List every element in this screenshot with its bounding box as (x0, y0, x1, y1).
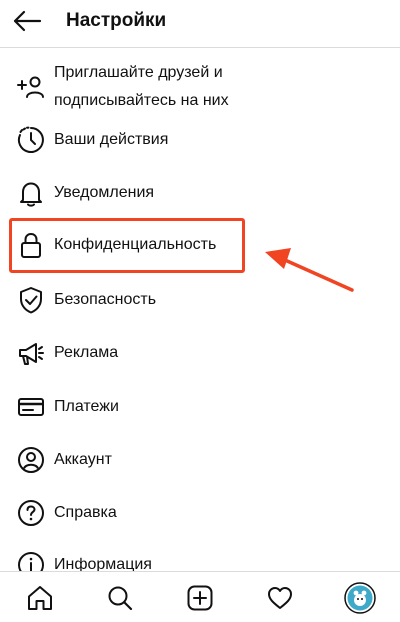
top-bar: Настройки (0, 0, 400, 44)
tab-add-post[interactable] (184, 582, 216, 614)
menu-item-help[interactable]: Справка (0, 498, 400, 528)
tab-activity[interactable] (264, 582, 296, 614)
menu-item-label: подписывайтесь на них (54, 92, 229, 109)
heart-icon (268, 587, 292, 609)
tab-search[interactable] (104, 582, 136, 614)
bell-icon (16, 178, 46, 208)
menu-item-label: Ваши действия (54, 131, 169, 148)
page-title: Настройки (66, 10, 167, 31)
menu-item-notifications[interactable]: Уведомления (0, 178, 400, 208)
arrow-left-icon (13, 10, 42, 32)
pointer-arrow-icon (265, 248, 354, 292)
header-divider (0, 47, 400, 48)
menu-item-label: Уведомления (54, 184, 155, 201)
menu-item-label: Аккаунт (54, 451, 112, 468)
menu-item-account[interactable]: Аккаунт (0, 445, 400, 475)
menu-item-label: Безопасность (54, 291, 157, 308)
bottom-tab-bar (0, 571, 400, 622)
menu-item-label: Приглашайте друзей и (54, 64, 223, 81)
menu-item-label: Реклама (54, 344, 119, 361)
info-circle-icon (16, 550, 46, 571)
menu-item-label: Справка (54, 504, 117, 521)
highlight-box (9, 218, 245, 273)
menu-item-label: Информация (54, 556, 152, 571)
person-circle-icon (16, 445, 46, 475)
menu-item-about[interactable]: Информация (0, 550, 400, 571)
menu-item-invite-friends[interactable]: Приглашайте друзей и подписывайтесь на н… (0, 60, 400, 116)
tab-home[interactable] (24, 582, 56, 614)
megaphone-icon (16, 338, 46, 368)
add-post-icon (187, 585, 213, 611)
shield-check-icon (16, 285, 46, 315)
menu-item-payments[interactable]: Платежи (0, 392, 400, 422)
card-icon (16, 392, 46, 422)
search-icon (108, 586, 133, 611)
profile-avatar (344, 582, 376, 614)
activity-clock-icon (16, 125, 46, 155)
tab-profile[interactable] (344, 582, 376, 614)
menu-item-your-activity[interactable]: Ваши действия (0, 125, 400, 155)
home-icon (28, 586, 52, 610)
question-circle-icon (16, 498, 46, 528)
back-button[interactable] (10, 8, 44, 34)
menu-item-label: Платежи (54, 398, 119, 415)
menu-item-ads[interactable]: Реклама (0, 338, 400, 368)
add-person-icon (16, 72, 46, 102)
